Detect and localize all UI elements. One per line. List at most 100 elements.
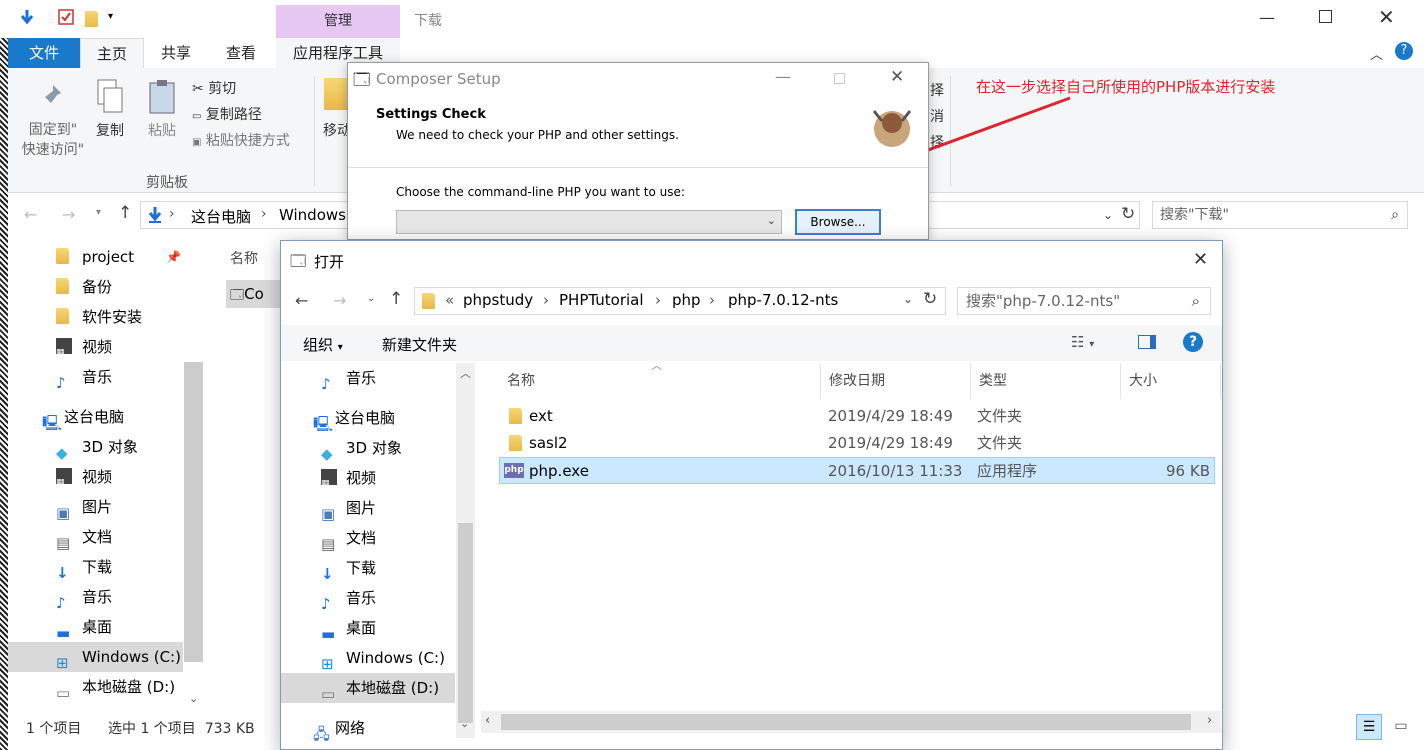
minimize-icon[interactable]: —	[1259, 8, 1275, 27]
tab-file[interactable]: 文件	[8, 38, 80, 68]
recent-chevron-icon[interactable]: ⌄	[367, 293, 375, 304]
paste-shortcut-button[interactable]: ▣ 粘贴快捷方式	[192, 130, 290, 150]
horizontal-scrollbar[interactable]: ‹ ›	[481, 711, 1221, 733]
nav-item-network[interactable]: 🖧 网络	[281, 713, 476, 743]
nav-scrollbar-thumb[interactable]	[184, 362, 203, 662]
minimize-icon[interactable]: —	[775, 67, 791, 86]
nav-item-desktop[interactable]: ▬ 桌面	[281, 613, 476, 643]
preview-pane-icon[interactable]	[1138, 335, 1156, 349]
help-icon[interactable]: ?	[1183, 332, 1203, 352]
tab-view[interactable]: 查看	[208, 38, 274, 68]
close-icon[interactable]: ✕	[1193, 249, 1208, 270]
breadcrumb-this-pc[interactable]: 这台电脑	[191, 206, 251, 227]
nav-item-backup[interactable]: 备份	[8, 272, 208, 302]
help-icon[interactable]: ?	[1395, 42, 1413, 60]
refresh-icon[interactable]: ↻	[1121, 204, 1135, 224]
file-row-selected[interactable]: php php.exe 2016/10/13 11:33 应用程序 96 KB	[499, 457, 1215, 484]
nav-item-music[interactable]: ♪ 音乐	[281, 363, 476, 393]
large-icons-view-icon[interactable]: ▭	[1388, 714, 1414, 740]
up-arrow-icon[interactable]: ↑	[389, 289, 403, 309]
close-icon[interactable]: ✕	[1378, 5, 1395, 29]
nav-item-videos[interactable]: ▦ 视频	[281, 463, 476, 493]
close-icon[interactable]: ✕	[890, 67, 904, 87]
context-tab-manage[interactable]: 管理	[276, 5, 400, 38]
browse-button[interactable]: Browse...	[795, 209, 881, 235]
nav-item-documents[interactable]: ▤ 文档	[281, 523, 476, 553]
scroll-up-icon[interactable]: ︿	[460, 365, 471, 381]
pin-quick-access-button[interactable]: 固定到" 快速访问"	[18, 82, 88, 160]
nav-item-3d[interactable]: ◆ 3D 对象	[281, 433, 476, 463]
nav-item-downloads[interactable]: ↓ 下载	[281, 553, 476, 583]
back-arrow-icon[interactable]: ←	[295, 291, 308, 310]
address-dropdown-icon[interactable]: ⌄	[903, 292, 913, 306]
php-select[interactable]: ⌄	[396, 210, 782, 234]
column-header-type[interactable]: 类型	[971, 363, 1121, 399]
nav-item-downloads[interactable]: ↓ 下载	[8, 552, 208, 582]
explorer-search-input[interactable]: 搜索"下载" ⌕	[1152, 201, 1408, 229]
scroll-down-icon[interactable]: ⌄	[460, 717, 469, 730]
breadcrumb-php-version[interactable]: php-7.0.12-nts	[728, 291, 838, 309]
maximize-icon[interactable]	[1319, 10, 1332, 23]
nav-item-videos[interactable]: ▦ 视频	[8, 462, 208, 492]
column-header-name[interactable]: 名称	[230, 248, 258, 268]
nav-item-this-pc[interactable]: 🖳 这台电脑	[281, 403, 476, 433]
back-arrow-icon[interactable]: ←	[24, 205, 37, 224]
nav-item-videos[interactable]: ▦ 视频	[8, 332, 208, 362]
dialog-search-input[interactable]: 搜索"php-7.0.12-nts" ⌕	[957, 287, 1211, 315]
forward-arrow-icon[interactable]: →	[62, 205, 75, 224]
nav-item-drive-d[interactable]: ▭ 本地磁盘 (D:)	[8, 672, 208, 702]
copy-button[interactable]: 复制	[90, 78, 130, 140]
details-view-icon[interactable]: ☰	[1356, 714, 1382, 740]
file-item-partial[interactable]: 🗔Co	[226, 280, 286, 308]
forward-arrow-icon[interactable]: →	[333, 291, 346, 310]
nav-item-music[interactable]: ♪ 音乐	[8, 582, 208, 612]
scrollbar-thumb[interactable]	[458, 523, 473, 723]
file-row[interactable]: sasl2 2019/4/29 18:49 文件夹	[499, 430, 1215, 457]
pin-icon[interactable]: 📌	[166, 242, 181, 272]
recent-chevron-icon[interactable]: ▾	[96, 207, 101, 218]
file-row[interactable]: ext 2019/4/29 18:49 文件夹	[499, 403, 1215, 430]
nav-item-pictures[interactable]: ▣ 图片	[281, 493, 476, 523]
column-header-size[interactable]: 大小	[1121, 363, 1221, 399]
scroll-left-icon[interactable]: ‹	[485, 713, 490, 728]
tab-home[interactable]: 主页	[80, 38, 144, 68]
new-folder-button[interactable]: 新建文件夹	[382, 334, 457, 355]
chevron-down-icon[interactable]: ▾	[108, 11, 113, 22]
breadcrumb-phptutorial[interactable]: PHPTutorial	[559, 291, 644, 309]
copy-path-button[interactable]: ▭ 复制路径	[192, 104, 262, 124]
nav-item-drive-c[interactable]: ⊞ Windows (C:)	[281, 643, 476, 673]
paste-button[interactable]: 粘贴	[140, 78, 184, 140]
collapse-ribbon-icon[interactable]: ︿	[1370, 44, 1383, 63]
view-options-icon[interactable]: ☷ ▾	[1071, 333, 1094, 351]
breadcrumb-windows[interactable]: Windows	[279, 206, 346, 224]
properties-icon[interactable]	[58, 8, 74, 26]
nav-item-pictures[interactable]: ▣ 图片	[8, 492, 208, 522]
nav-item-drive-c[interactable]: ⊞ Windows (C:)	[8, 642, 183, 672]
breadcrumb-overflow[interactable]: «	[445, 291, 454, 309]
breadcrumb-php[interactable]: php	[672, 291, 701, 309]
down-arrow-icon[interactable]	[18, 8, 36, 26]
dialog-nav-scrollbar[interactable]: ︿ ⌄	[456, 363, 475, 738]
nav-item-this-pc[interactable]: 🖳 这台电脑	[8, 402, 208, 432]
tab-share[interactable]: 共享	[144, 38, 208, 68]
nav-item-documents[interactable]: ▤ 文档	[8, 522, 208, 552]
scroll-down-icon[interactable]: ⌄	[189, 692, 198, 705]
nav-item-music[interactable]: ♪ 音乐	[281, 583, 476, 613]
organize-button[interactable]: 组织 ▾	[303, 334, 343, 355]
address-dropdown-icon[interactable]: ⌄	[1103, 208, 1113, 222]
nav-item-3d[interactable]: ◆ 3D 对象	[8, 432, 208, 462]
nav-item-music[interactable]: ♪ 音乐	[8, 362, 208, 392]
new-folder-icon[interactable]	[85, 11, 98, 27]
breadcrumb-phpstudy[interactable]: phpstudy	[463, 291, 533, 309]
refresh-icon[interactable]: ↻	[923, 289, 937, 309]
nav-item-project[interactable]: project 📌	[8, 242, 208, 272]
up-arrow-icon[interactable]: ↑	[118, 203, 132, 223]
column-header-date[interactable]: 修改日期	[821, 363, 971, 399]
nav-item-drive-d[interactable]: ▭ 本地磁盘 (D:)	[281, 673, 455, 703]
scrollbar-thumb[interactable]	[501, 714, 1191, 730]
scroll-right-icon[interactable]: ›	[1207, 713, 1212, 728]
cut-button[interactable]: ✂ 剪切	[192, 78, 236, 98]
nav-item-software[interactable]: 软件安装	[8, 302, 208, 332]
nav-item-desktop[interactable]: ▬ 桌面	[8, 612, 208, 642]
dialog-address-bar[interactable]: « phpstudy › PHPTutorial › php › php-7.0…	[414, 287, 946, 315]
